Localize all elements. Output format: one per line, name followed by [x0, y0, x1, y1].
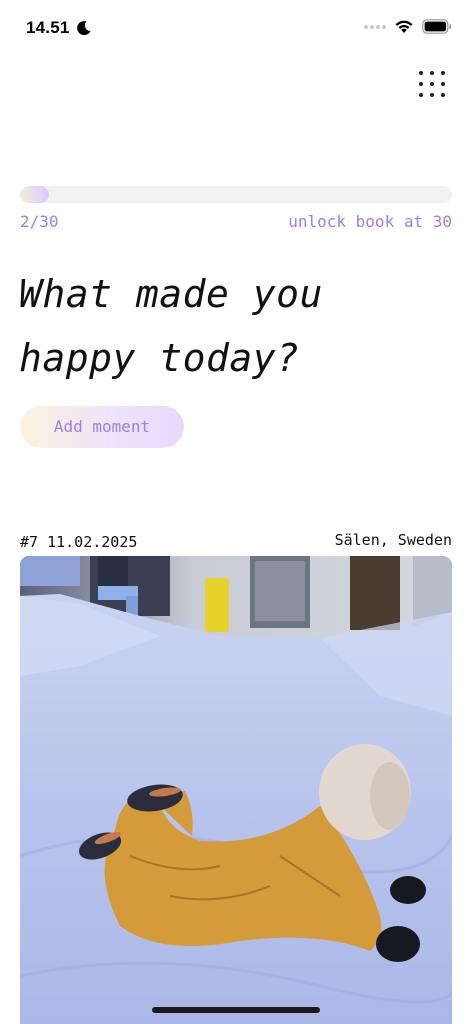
status-time: 14.51 [26, 18, 70, 37]
moon-icon [77, 21, 91, 36]
progress-fill [20, 186, 49, 203]
signal-dots-icon [364, 24, 386, 29]
status-bar: 14.51 [0, 0, 472, 58]
unlock-note: unlock book at 30 [288, 212, 452, 231]
moment-number-date: #7 11.02.2025 [20, 533, 138, 551]
progress-bar [20, 186, 452, 203]
grid-dots-icon [419, 71, 445, 97]
menu-button[interactable] [412, 66, 452, 102]
moment-photo[interactable] [20, 556, 452, 1024]
moment-location: Sälen, Sweden [334, 531, 452, 549]
prompt-question: What made you happy today? [19, 272, 323, 380]
photo-child-in-snow-image [20, 556, 452, 1024]
home-indicator[interactable] [152, 1007, 320, 1013]
progress-count: 2/30 [20, 212, 59, 231]
battery-icon [422, 19, 452, 34]
wifi-icon [395, 20, 413, 33]
status-icons [364, 19, 452, 34]
add-moment-button[interactable]: Add moment [20, 406, 184, 448]
